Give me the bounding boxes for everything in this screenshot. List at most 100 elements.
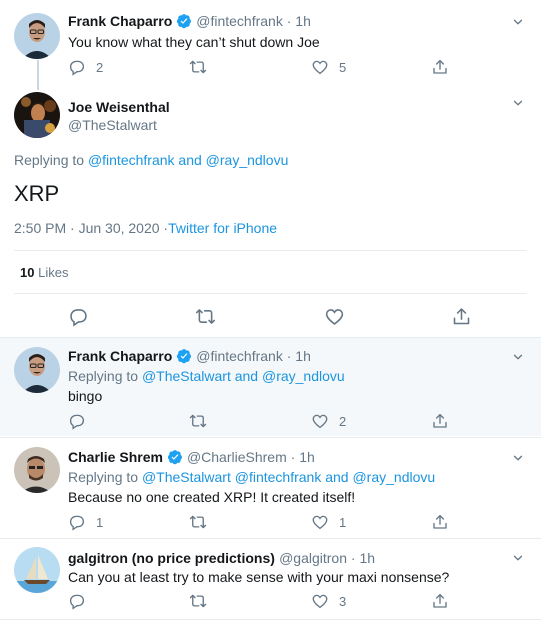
tweet-header: galgitron (no price predictions) @galgit…	[68, 549, 375, 566]
chevron-down-icon[interactable]	[511, 551, 525, 565]
reply-icon	[68, 412, 86, 430]
reply-button[interactable]: 1	[68, 513, 103, 531]
reply-icon	[68, 592, 86, 610]
replying-prefix: Replying to	[68, 368, 139, 384]
tweet-text: Can you at least try to make sense with …	[68, 569, 450, 585]
replying-prefix: Replying to	[68, 469, 139, 485]
tweet-text: bingo	[68, 388, 103, 404]
share-button[interactable]	[431, 412, 449, 430]
avatar[interactable]	[14, 92, 60, 138]
chevron-down-icon[interactable]	[511, 96, 525, 110]
share-icon	[431, 513, 449, 531]
share-icon	[431, 592, 449, 610]
reply-button[interactable]	[68, 592, 96, 610]
tweet-meta: 2:50 PM · Jun 30, 2020 · Twitter for iPh…	[14, 220, 277, 236]
heart-icon	[311, 412, 329, 430]
thread-connector	[37, 60, 39, 90]
share-button[interactable]	[451, 306, 472, 327]
divider	[0, 437, 541, 438]
verified-badge-icon	[167, 449, 183, 465]
retweet-button[interactable]	[195, 306, 216, 327]
author-handle[interactable]: @TheStalwart	[68, 117, 157, 133]
divider	[0, 619, 541, 620]
separator-dot: ·	[282, 13, 296, 29]
like-count: 1	[339, 514, 347, 530]
chevron-down-icon[interactable]	[511, 350, 525, 364]
retweet-icon	[189, 58, 207, 76]
reply-icon	[68, 306, 89, 327]
author-handle[interactable]: @galgitron	[279, 550, 347, 566]
share-button[interactable]	[431, 592, 449, 610]
tweet-time[interactable]: 1h	[295, 13, 311, 29]
like-button[interactable]	[324, 306, 345, 327]
retweet-icon	[189, 513, 207, 531]
tweet-header: Frank Chaparro @fintechfrank · 1h	[68, 13, 311, 29]
author-name[interactable]: galgitron (no price predictions)	[68, 550, 275, 566]
share-button[interactable]	[431, 513, 449, 531]
heart-icon	[311, 513, 329, 531]
like-button[interactable]: 3	[311, 592, 346, 610]
source-link[interactable]: Twitter for iPhone	[168, 220, 277, 236]
replying-to: Replying to @fintechfrank and @ray_ndlov…	[14, 152, 288, 168]
separator-dot: ·	[347, 549, 360, 566]
like-count: 2	[339, 413, 347, 429]
divider	[0, 538, 541, 539]
author-name[interactable]: Charlie Shrem	[68, 449, 163, 465]
share-icon	[431, 58, 449, 76]
replying-users-link[interactable]: @TheStalwart and @ray_ndlovu	[142, 368, 345, 384]
reply-count: 2	[96, 59, 104, 75]
divider	[14, 250, 527, 251]
tweet-text: Because no one created XRP! It created i…	[68, 489, 356, 505]
separator-dot: ·	[282, 348, 296, 364]
tweet-time[interactable]: 1h	[359, 550, 375, 566]
share-icon	[431, 412, 449, 430]
reply-count: 1	[96, 514, 104, 530]
retweet-button[interactable]	[189, 592, 217, 610]
avatar[interactable]	[14, 347, 60, 393]
retweet-icon	[195, 306, 216, 327]
avatar[interactable]	[14, 13, 60, 59]
reply-button[interactable]: 2	[68, 58, 103, 76]
avatar[interactable]	[14, 547, 60, 593]
author-name[interactable]: Frank Chaparro	[68, 13, 172, 29]
timestamp[interactable]: 2:50 PM · Jun 30, 2020 ·	[14, 220, 168, 236]
tweet-text: You know what they can’t shut down Joe	[68, 34, 320, 50]
reply-icon	[68, 58, 86, 76]
like-button[interactable]: 5	[311, 58, 346, 76]
author-handle[interactable]: @CharlieShrem	[187, 449, 287, 465]
replying-users-link[interactable]: @TheStalwart @fintechfrank and @ray_ndlo…	[142, 469, 435, 485]
reply-button[interactable]	[68, 306, 89, 327]
likes-stat[interactable]: 10 Likes	[20, 265, 68, 280]
main-tweet-text: XRP	[14, 181, 60, 206]
retweet-icon	[189, 412, 207, 430]
avatar[interactable]	[14, 447, 60, 493]
chevron-down-icon[interactable]	[511, 451, 525, 465]
replying-prefix: Replying to	[14, 152, 85, 168]
tweet-time[interactable]: 1h	[295, 348, 311, 364]
retweet-button[interactable]	[189, 58, 217, 76]
tweet-header: Charlie Shrem @CharlieShrem · 1h	[68, 449, 315, 465]
verified-badge-icon	[176, 348, 192, 364]
author-name[interactable]: Joe Weisenthal	[68, 99, 170, 115]
replying-users-link[interactable]: @fintechfrank and @ray_ndlovu	[88, 152, 288, 168]
like-button[interactable]: 1	[311, 513, 346, 531]
tweet-time[interactable]: 1h	[299, 449, 315, 465]
share-button[interactable]	[431, 58, 449, 76]
like-button[interactable]: 2	[311, 412, 346, 430]
separator-dot: ·	[286, 449, 300, 465]
reply-icon	[68, 513, 86, 531]
heart-icon	[324, 306, 345, 327]
author-name[interactable]: Frank Chaparro	[68, 348, 172, 364]
reply-button[interactable]	[68, 412, 96, 430]
verified-badge-icon	[176, 13, 192, 29]
chevron-down-icon[interactable]	[511, 15, 525, 29]
tweet-header: Frank Chaparro @fintechfrank · 1h	[68, 348, 311, 364]
share-icon	[451, 306, 472, 327]
retweet-button[interactable]	[189, 412, 217, 430]
author-handle[interactable]: @fintechfrank	[196, 13, 283, 29]
retweet-icon	[189, 592, 207, 610]
author-handle[interactable]: @fintechfrank	[196, 348, 283, 364]
heart-icon	[311, 592, 329, 610]
replying-to: Replying to @TheStalwart @fintechfrank a…	[68, 469, 435, 485]
retweet-button[interactable]	[189, 513, 217, 531]
